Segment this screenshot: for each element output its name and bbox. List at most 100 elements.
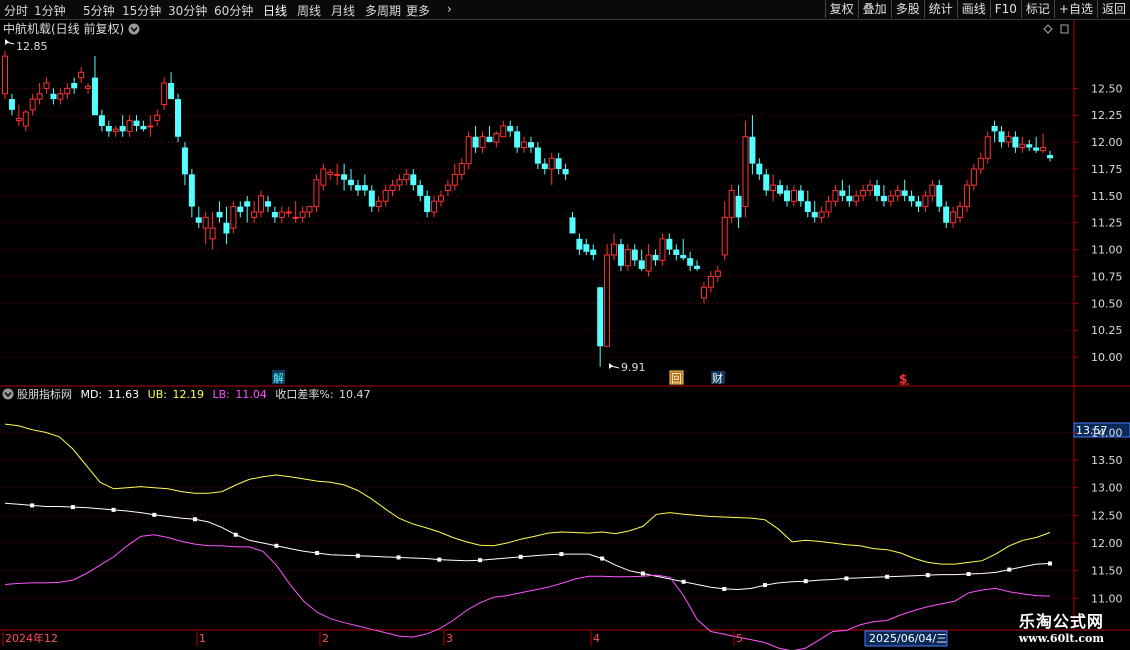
candle-body (901, 190, 908, 196)
candle (251, 201, 258, 223)
candle (209, 211, 216, 250)
candle-body (977, 157, 984, 170)
candle (278, 206, 285, 223)
event-marker-buyback[interactable]: 回 (669, 370, 684, 385)
candle-body (271, 211, 278, 218)
chart-area[interactable]: 中航机载(日线 前复权) 12.85 9.91 解 回 财 $ 股朋指标网 MD… (0, 0, 1130, 650)
candle-body (465, 136, 472, 165)
md-dot (193, 517, 197, 522)
indicator-y-tick-label: 14.00 (1091, 426, 1123, 439)
candle-body (306, 206, 313, 213)
candle-body (756, 163, 763, 175)
candle (583, 238, 590, 255)
candle (2, 50, 8, 100)
candle-body (493, 133, 500, 143)
candle-body (410, 174, 417, 186)
candle (285, 206, 292, 218)
candle (98, 109, 105, 132)
cursor-date: 2025/06/04/三 (864, 630, 948, 647)
main-y-tick-label: 10.25 (1091, 324, 1123, 337)
candle-body (742, 136, 749, 208)
svg-text:财: 财 (712, 371, 723, 385)
candle-body (334, 173, 341, 176)
candle-body (154, 114, 161, 122)
candle-body (804, 201, 811, 212)
candle (168, 72, 175, 100)
candle (202, 211, 209, 245)
candle (486, 125, 493, 143)
candle-body (597, 287, 604, 347)
candle (721, 201, 728, 261)
panel-diamond-icon[interactable] (1043, 24, 1053, 34)
rate-label: 收口差率%: (275, 387, 333, 401)
low-price-marker: 9.91 (609, 361, 646, 374)
candle (880, 185, 887, 207)
main-panel-menu-icon[interactable] (128, 23, 140, 35)
indicator-menu-icon[interactable] (2, 388, 14, 400)
svg-text:解: 解 (273, 371, 284, 385)
candle (970, 163, 977, 191)
candle (271, 206, 278, 223)
candle (1033, 136, 1040, 153)
indicator-lines (4, 423, 1052, 650)
candle-body (624, 249, 631, 267)
candle (652, 249, 659, 266)
svg-text:股朋指标网 MD: 11.63: 股朋指标网 MD: 11.63 UB: 12.19 LB: 11.04 收口差率… (17, 387, 371, 401)
candle-body (313, 179, 320, 208)
candle (742, 120, 749, 218)
indicator-y-tick-label: 13.00 (1091, 482, 1123, 495)
candle (500, 120, 507, 138)
candle-body (1005, 136, 1012, 143)
candle (85, 82, 92, 94)
candle-body (749, 136, 756, 164)
candle (1005, 131, 1012, 148)
event-marker-finance[interactable]: 财 (711, 371, 725, 385)
candle-body (721, 216, 728, 256)
candle (638, 249, 645, 272)
candle-body (507, 125, 514, 132)
candle (341, 163, 348, 191)
event-marker-dividend[interactable]: $ (899, 372, 909, 386)
candle (119, 115, 126, 137)
candle (133, 115, 140, 132)
candle (181, 142, 188, 186)
candle (57, 88, 64, 105)
candle (368, 185, 375, 212)
md-dot (315, 550, 320, 555)
candle (258, 190, 265, 218)
candle (825, 195, 832, 218)
candle (437, 190, 444, 207)
candle (624, 244, 631, 272)
candle (313, 174, 320, 212)
candle-body (617, 244, 624, 266)
candle-body (680, 254, 687, 259)
date-label: 3 (446, 632, 453, 645)
candle-body (292, 216, 299, 219)
candle (700, 281, 707, 304)
candle (763, 168, 770, 196)
md-dot (681, 579, 686, 584)
candle-body (403, 173, 410, 181)
candle-body (777, 185, 784, 194)
candle (548, 152, 555, 186)
candle (105, 120, 112, 137)
ub-value: 12.19 (172, 388, 204, 401)
candle-body (548, 157, 555, 170)
candle-body (590, 249, 597, 255)
candle-body (569, 217, 576, 234)
candle-body (1019, 143, 1026, 148)
candle (188, 168, 195, 218)
main-y-tick-label: 12.25 (1091, 109, 1123, 122)
candle (756, 158, 763, 180)
md-dot (30, 503, 35, 508)
candle (804, 190, 811, 218)
cursor-date-label: 2025/06/04/三 (869, 632, 947, 645)
candle-body (175, 99, 182, 137)
event-marker-unlock[interactable]: 解 (272, 370, 285, 385)
candle (348, 168, 355, 191)
panel-window-icon[interactable] (1060, 24, 1069, 34)
candle (728, 185, 735, 223)
candle (237, 201, 244, 218)
candle-body (1040, 146, 1047, 152)
candle-body (285, 211, 292, 214)
